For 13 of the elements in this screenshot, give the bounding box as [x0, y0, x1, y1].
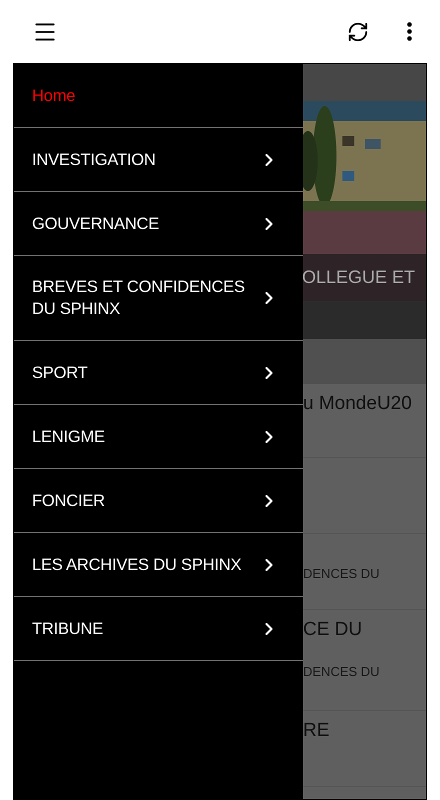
article-title: RE — [303, 719, 330, 743]
drawer-item[interactable]: TRIBUNE — [14, 597, 303, 661]
drawer-item[interactable]: FONCIER — [14, 469, 303, 533]
drawer-item[interactable]: LENIGME — [14, 405, 303, 469]
drawer-item[interactable]: LES ARCHIVES DU SPHINX — [14, 533, 303, 597]
more-options-icon — [407, 22, 412, 41]
article-category: DENCES DU — [303, 565, 381, 583]
refresh-button[interactable] — [347, 20, 369, 42]
feature-caption: OLLEGUE ET — [303, 266, 416, 289]
article-category: DENCES DU — [303, 663, 381, 681]
article-title: u MondeU20 — [303, 392, 413, 416]
refresh-icon — [347, 20, 369, 42]
article-title: CE DU — [303, 618, 364, 642]
